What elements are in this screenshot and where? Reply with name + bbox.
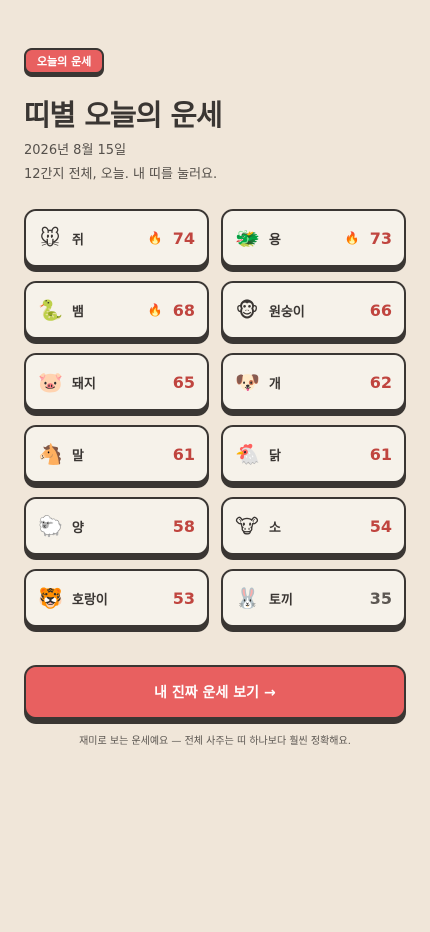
zodiac-card-snake[interactable]: 🐍 뱀 🔥 68 (24, 281, 209, 339)
fortune-score: 65 (172, 372, 195, 392)
zodiac-card-dog[interactable]: 🐶 개 62 (221, 353, 406, 411)
snake-icon: 🐍 (38, 298, 63, 322)
tiger-icon: 🐯 (38, 586, 63, 610)
zodiac-name: 쥐 (72, 232, 84, 248)
zodiac-name: 뱀 (72, 304, 84, 320)
fortune-score: 73 (369, 228, 392, 248)
zodiac-name: 소 (269, 520, 281, 536)
pig-icon: 🐷 (38, 370, 63, 394)
zodiac-name: 원숭이 (269, 304, 305, 320)
fortune-score: 61 (172, 444, 195, 464)
sheep-icon: 🐑 (38, 514, 63, 538)
disclaimer-text: 재미로 보는 운세예요 — 전체 사주는 띠 하나보다 훨씬 정확해요. (79, 736, 351, 747)
zodiac-card-pig[interactable]: 🐷 돼지 65 (24, 353, 209, 411)
fortune-score: 66 (369, 300, 392, 320)
zodiac-card-monkey[interactable]: 🐵 원숭이 66 (221, 281, 406, 339)
zodiac-card-rabbit[interactable]: 🐰 토끼 35 (221, 569, 406, 627)
fire-icon: 🔥 (147, 303, 163, 317)
fire-icon: 🔥 (147, 231, 163, 245)
zodiac-card-rat[interactable]: 🐭 쥐 🔥 74 (24, 209, 209, 267)
zodiac-name: 개 (269, 376, 281, 392)
fortune-score: 53 (172, 588, 195, 608)
ox-icon: 🐮 (235, 514, 259, 538)
fire-icon: 🔥 (344, 231, 360, 245)
monkey-icon: 🐵 (235, 298, 259, 322)
dog-icon: 🐶 (235, 370, 260, 394)
zodiac-card-ox[interactable]: 🐮 소 54 (221, 497, 406, 555)
fortune-score: 62 (369, 372, 392, 392)
rat-icon: 🐭 (39, 226, 61, 250)
fortune-score: 68 (172, 300, 195, 320)
zodiac-name: 닭 (269, 448, 281, 464)
zodiac-name: 용 (269, 232, 281, 248)
zodiac-card-dragon[interactable]: 🐲 용 🔥 73 (221, 209, 406, 267)
fortune-score: 58 (172, 516, 195, 536)
fortune-score: 61 (369, 444, 392, 464)
fortune-score: 35 (369, 588, 392, 608)
zodiac-name: 호랑이 (72, 592, 108, 608)
today-fortune-badge: 오늘의 운세 (24, 48, 105, 74)
page-title: 띠별 오늘의 운세 (24, 98, 223, 132)
zodiac-card-tiger[interactable]: 🐯 호랑이 53 (24, 569, 209, 627)
view-real-fortune-button[interactable]: 내 진짜 운세 보기 → (24, 665, 406, 719)
subtitle-text: 12간지 전체, 오늘. 내 띠를 눌러요. (24, 167, 218, 182)
zodiac-name: 말 (72, 448, 84, 464)
zodiac-grid: 🐭 쥐 🔥 74 🐲 용 🔥 73 🐍 뱀 🔥 68 🐵 원숭이 66 🐷 돼지… (24, 209, 406, 627)
rooster-icon: 🐔 (235, 442, 260, 466)
zodiac-name: 돼지 (72, 376, 96, 392)
fortune-score: 54 (369, 516, 392, 536)
zodiac-card-horse[interactable]: 🐴 말 61 (24, 425, 209, 483)
rabbit-icon: 🐰 (235, 586, 260, 610)
date-text: 2026년 8월 15일 (24, 143, 127, 158)
fortune-score: 74 (172, 228, 195, 248)
zodiac-name: 양 (72, 520, 84, 536)
zodiac-card-rooster[interactable]: 🐔 닭 61 (221, 425, 406, 483)
zodiac-name: 토끼 (269, 592, 293, 608)
zodiac-card-sheep[interactable]: 🐑 양 58 (24, 497, 209, 555)
dragon-icon: 🐲 (235, 226, 260, 250)
horse-icon: 🐴 (38, 442, 63, 466)
